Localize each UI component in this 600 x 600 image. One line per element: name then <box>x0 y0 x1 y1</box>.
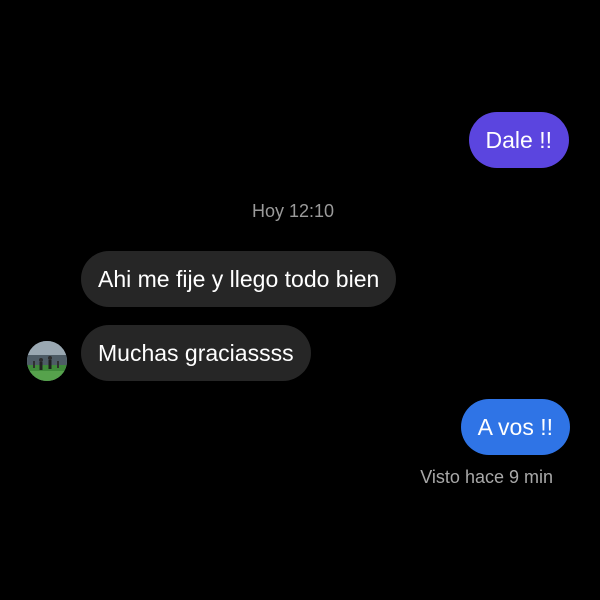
contact-avatar-photo-icon <box>27 341 67 381</box>
message-text: A vos !! <box>477 413 553 440</box>
outgoing-message-bubble[interactable]: Dale !! <box>468 112 569 168</box>
seen-status: Visto hace 9 min <box>420 467 553 487</box>
incoming-message-bubble[interactable]: Muchas graciassss <box>81 325 311 381</box>
contact-avatar[interactable] <box>27 341 67 381</box>
incoming-message-bubble[interactable]: Ahi me fije y llego todo bien <box>81 251 397 307</box>
message-timestamp: Hoy 12:10 <box>251 201 335 221</box>
message-text: Muchas graciassss <box>98 339 294 366</box>
message-text: Ahi me fije y llego todo bien <box>98 265 380 292</box>
message-text: Dale !! <box>485 126 552 153</box>
outgoing-message-bubble[interactable]: A vos !! <box>460 399 570 455</box>
